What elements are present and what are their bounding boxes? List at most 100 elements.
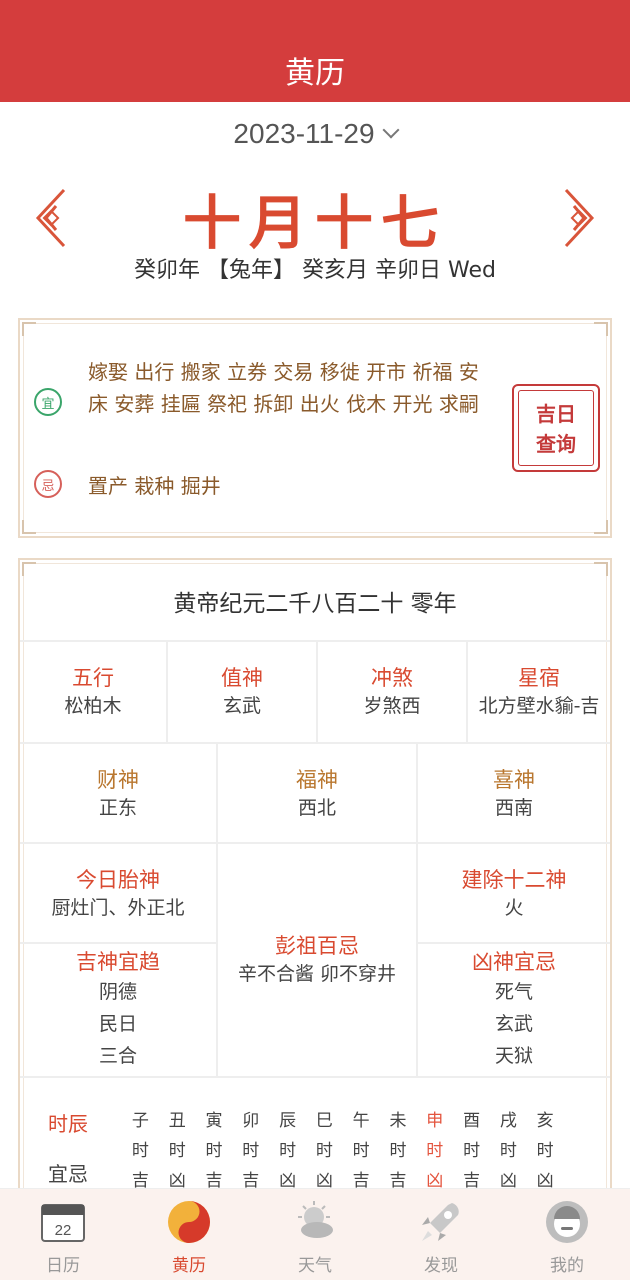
tab-almanac-label: 黄历 bbox=[172, 1256, 206, 1276]
tab-calendar-label: 日历 bbox=[46, 1256, 80, 1276]
tab-calendar[interactable]: 22 日历 bbox=[0, 1189, 126, 1280]
shichen-text: 时 bbox=[131, 1141, 149, 1161]
shichen-text: 申 bbox=[426, 1111, 444, 1131]
chongsha-label: 冲煞 bbox=[371, 666, 413, 690]
divider bbox=[20, 1076, 610, 1078]
shichen-text: 亥 bbox=[536, 1111, 554, 1131]
chevron-down-icon[interactable] bbox=[382, 121, 400, 139]
shichen-column: 巳时凶 bbox=[306, 1106, 343, 1196]
shichen-text: 时 bbox=[426, 1141, 444, 1161]
yi-badge-icon: 宜 bbox=[34, 388, 62, 416]
divider bbox=[416, 942, 610, 944]
shichen-text: 未 bbox=[389, 1111, 407, 1131]
shichen-text: 丑 bbox=[168, 1111, 186, 1131]
shichen-column: 辰时凶 bbox=[269, 1106, 306, 1196]
card-corner-ornament bbox=[594, 520, 608, 534]
zhishen-cell: 值神 玄武 bbox=[168, 664, 316, 720]
shichen-column: 亥时凶 bbox=[527, 1106, 564, 1196]
xishen-value: 西南 bbox=[494, 797, 533, 819]
chongsha-cell: 冲煞 岁煞西 bbox=[318, 664, 466, 720]
weather-icon bbox=[298, 1201, 333, 1238]
shichen-text: 辰 bbox=[279, 1111, 297, 1131]
jishen-item: 阴德 bbox=[98, 981, 137, 1003]
shichen-text: 巳 bbox=[315, 1111, 333, 1131]
shichen-text: 时 bbox=[536, 1141, 554, 1161]
wuxing-value: 松柏木 bbox=[64, 695, 122, 717]
yin-yang-icon bbox=[168, 1201, 210, 1243]
shichen-text: 时 bbox=[168, 1141, 186, 1161]
zhishen-label: 值神 bbox=[221, 666, 263, 690]
jianchu-cell: 建除十二神 火 bbox=[418, 866, 610, 922]
wuxing-cell: 五行 松柏木 bbox=[20, 664, 166, 720]
jianchu-label: 建除十二神 bbox=[461, 868, 567, 892]
date-selector[interactable]: 2023-11-29 bbox=[0, 118, 630, 150]
fushen-value: 西北 bbox=[297, 797, 336, 819]
almanac-detail-card: 黄帝纪元二千八百二十 零年 五行 松柏木 值神 玄武 冲煞 岁煞西 星宿 北方壁… bbox=[18, 558, 612, 1208]
xiongshen-label: 凶神宜忌 bbox=[472, 950, 556, 974]
chongsha-value: 岁煞西 bbox=[363, 695, 421, 717]
taishen-label: 今日胎神 bbox=[76, 868, 160, 892]
calendar-icon: 22 bbox=[41, 1204, 85, 1242]
shichen-text: 子 bbox=[131, 1111, 149, 1131]
tab-almanac[interactable]: 黄历 bbox=[126, 1189, 252, 1280]
taishen-value: 厨灶门、外正北 bbox=[51, 897, 185, 919]
xiongshen-cell: 凶神宜忌 死气 玄武 天狱 bbox=[418, 948, 610, 1072]
jishen-label: 吉神宜趋 bbox=[76, 950, 160, 974]
xiongshen-item: 玄武 bbox=[494, 1013, 533, 1035]
card-corner-ornament bbox=[22, 562, 36, 576]
divider bbox=[20, 742, 610, 744]
card-corner-ornament bbox=[594, 562, 608, 576]
pengzu-value: 辛不合酱 卯不穿井 bbox=[237, 963, 397, 985]
jishen-item: 民日 bbox=[98, 1013, 137, 1035]
shichen-column: 酉时吉 bbox=[453, 1106, 490, 1196]
taishen-cell: 今日胎神 厨灶门、外正北 bbox=[20, 866, 216, 922]
ji-activities: 置产 栽种 掘井 bbox=[88, 474, 221, 498]
xishen-label: 喜神 bbox=[493, 768, 535, 792]
divider bbox=[20, 640, 610, 642]
xingxiu-cell: 星宿 北方壁水貐-吉 bbox=[468, 664, 610, 720]
wuxing-label: 五行 bbox=[72, 666, 114, 690]
shichen-column: 子时吉 bbox=[122, 1106, 159, 1196]
xiongshen-item: 天狱 bbox=[494, 1045, 533, 1067]
query-button-line2: 查询 bbox=[536, 432, 576, 456]
yi-activities: 嫁娶 出行 搬家 立券 交易 移徙 开市 祈福 安床 安葬 挂匾 祭祀 拆卸 出… bbox=[88, 360, 479, 416]
tab-profile[interactable]: 我的 bbox=[504, 1189, 630, 1280]
yiji-row-label: 宜忌 bbox=[48, 1162, 88, 1186]
page-title: 黄历 bbox=[285, 56, 345, 91]
shichen-column: 未时吉 bbox=[380, 1106, 417, 1196]
shichen-text: 时 bbox=[315, 1141, 333, 1161]
shichen-text: 午 bbox=[352, 1111, 370, 1131]
shichen-text: 时 bbox=[463, 1141, 481, 1161]
tab-discover-label: 发现 bbox=[424, 1256, 458, 1276]
tab-discover[interactable]: 发现 bbox=[378, 1189, 504, 1280]
auspicious-day-query-button[interactable]: 吉日 查询 bbox=[512, 384, 600, 472]
shichen-text: 时 bbox=[499, 1141, 517, 1161]
app-header: 黄历 bbox=[0, 0, 630, 102]
divider bbox=[20, 942, 216, 944]
lunar-date: 十月十七 bbox=[182, 189, 447, 257]
fushen-cell: 福神 西北 bbox=[218, 766, 416, 822]
caishen-value: 正东 bbox=[98, 797, 137, 819]
shichen-column: 申时凶 bbox=[416, 1106, 453, 1196]
avatar-icon bbox=[546, 1201, 588, 1243]
shichen-text: 时 bbox=[352, 1141, 370, 1161]
jishen-item: 三合 bbox=[98, 1045, 137, 1067]
era-year: 黄帝纪元二千八百二十 零年 bbox=[173, 591, 457, 617]
card-corner-ornament bbox=[594, 322, 608, 336]
rocket-icon bbox=[422, 1203, 459, 1241]
xingxiu-label: 星宿 bbox=[518, 666, 560, 690]
shichen-text: 时 bbox=[242, 1141, 260, 1161]
bottom-tab-bar: 22 日历 黄历 天气 发现 我的 bbox=[0, 1188, 630, 1280]
date-label[interactable]: 2023-11-29 bbox=[233, 118, 374, 149]
shichen-text: 酉 bbox=[463, 1111, 481, 1131]
tab-profile-label: 我的 bbox=[550, 1256, 584, 1276]
query-button-line1: 吉日 bbox=[536, 402, 576, 426]
fushen-label: 福神 bbox=[296, 768, 338, 792]
divider bbox=[20, 842, 610, 844]
shichen-text: 卯 bbox=[242, 1111, 260, 1131]
tab-weather[interactable]: 天气 bbox=[252, 1189, 378, 1280]
ji-badge-icon: 忌 bbox=[34, 470, 62, 498]
shichen-text: 时 bbox=[279, 1141, 297, 1161]
xingxiu-value: 北方壁水貐-吉 bbox=[478, 695, 600, 717]
shichen-column: 午时吉 bbox=[343, 1106, 380, 1196]
